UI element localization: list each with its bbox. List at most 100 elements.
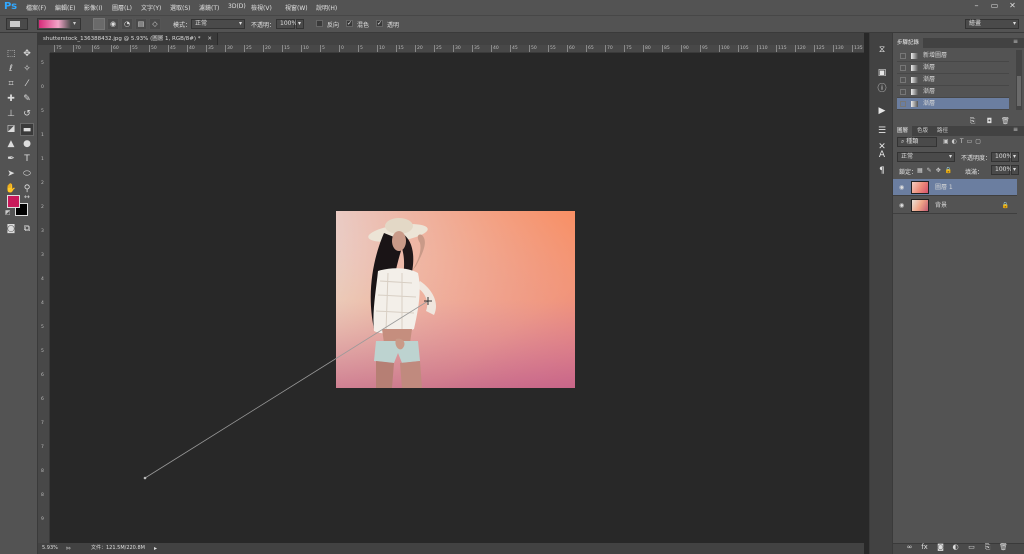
opacity-slider-toggle[interactable]: ▾ — [1011, 152, 1019, 162]
angle-gradient-button[interactable]: ◔ — [121, 18, 133, 30]
lasso-tool-icon[interactable]: ℓ — [4, 63, 18, 76]
history-item[interactable]: 漸層 — [897, 98, 1009, 110]
radial-gradient-button[interactable]: ◉ — [107, 18, 119, 30]
layer-name[interactable]: 背景 — [935, 197, 947, 214]
visibility-eye-icon[interactable]: ◉ — [899, 197, 904, 214]
trash-icon[interactable]: 🗑 — [1001, 117, 1010, 126]
type-tool-icon[interactable]: T — [20, 153, 34, 166]
paragraph-panel-icon[interactable]: ¶ — [875, 165, 889, 178]
zoom-level[interactable]: 5.93% — [42, 543, 58, 554]
swap-colors-icon[interactable]: ↔ — [24, 193, 30, 201]
default-colors-icon[interactable]: ◩ — [5, 209, 11, 216]
history-source-checkbox[interactable] — [900, 77, 906, 83]
brush-tool-icon[interactable]: ✎ — [20, 93, 34, 106]
foreground-color-swatch[interactable] — [7, 195, 20, 208]
visibility-eye-icon[interactable]: ◉ — [899, 179, 904, 196]
eyedropper-tool-icon[interactable]: ⁄ — [20, 78, 34, 91]
actions-panel-icon[interactable]: ▶ — [875, 105, 889, 118]
eraser-tool-icon[interactable]: ◪ — [4, 123, 18, 136]
history-item[interactable]: 漸層 — [897, 74, 1009, 86]
magic-wand-tool-icon[interactable]: ✧ — [20, 63, 34, 76]
gradient-tool-icon[interactable]: ▬ — [20, 123, 34, 136]
panel-menu-icon[interactable]: ≡ — [1013, 126, 1018, 133]
fill-input[interactable]: 100% — [991, 165, 1012, 175]
link-layers-icon[interactable]: ∞ — [905, 543, 914, 552]
history-source-checkbox[interactable] — [900, 89, 906, 95]
linear-gradient-button[interactable] — [93, 18, 105, 30]
path-selection-tool-icon[interactable]: ➤ — [4, 168, 18, 181]
tab-paths[interactable]: 路徑 — [933, 126, 952, 136]
menu-item-7[interactable]: 3D(D) — [228, 3, 246, 10]
fill-slider-toggle[interactable]: ▾ — [1011, 165, 1019, 175]
diamond-gradient-button[interactable]: ◇ — [149, 18, 161, 30]
quick-mask-icon[interactable]: ◙ — [4, 223, 18, 236]
document-canvas-image[interactable] — [336, 211, 575, 388]
dither-checkbox[interactable]: ✓ — [346, 20, 353, 27]
history-source-checkbox[interactable] — [900, 101, 906, 107]
history-item[interactable]: 漸層 — [897, 86, 1009, 98]
history-source-checkbox[interactable] — [900, 53, 906, 59]
blur-tool-icon[interactable]: ▲ — [4, 138, 18, 151]
clone-stamp-tool-icon[interactable]: ⊥ — [4, 108, 18, 121]
mode-select[interactable]: 正常 ▾ — [191, 19, 245, 29]
menu-item-8[interactable]: 檢視(V) — [251, 3, 272, 12]
layer-filter-select[interactable]: ⌕ 種類 — [897, 137, 937, 147]
move-tool-icon[interactable]: ✥ — [20, 48, 34, 61]
minimize-button[interactable]: – — [970, 1, 983, 11]
gradient-picker[interactable]: ▾ — [37, 18, 81, 30]
panel-menu-icon[interactable]: ≡ — [1013, 38, 1018, 45]
healing-brush-tool-icon[interactable]: ✚ — [4, 93, 18, 106]
scrollbar-thumb[interactable] — [1017, 76, 1021, 106]
opacity-input[interactable]: 100% — [276, 19, 297, 29]
tab-layers[interactable]: 圖層 — [893, 126, 913, 136]
chevron-right-icon[interactable]: ▸ — [154, 543, 157, 554]
history-brush-tool-icon[interactable]: ↺ — [20, 108, 34, 121]
info-panel-icon[interactable]: ⓘ — [875, 83, 889, 96]
reverse-checkbox[interactable] — [316, 20, 323, 27]
trash-icon[interactable]: 🗑 — [999, 543, 1008, 552]
layer-opacity-input[interactable]: 100% — [991, 152, 1012, 162]
properties-panel-icon[interactable]: ☰ — [875, 125, 889, 138]
tab-channels[interactable]: 色版 — [913, 126, 932, 136]
menu-item-4[interactable]: 文字(Y) — [141, 3, 161, 12]
layer-row[interactable]: ◉ 圖層 1 — [893, 179, 1017, 196]
history-item[interactable]: 新增圖層 — [897, 50, 1009, 62]
character-panel-icon[interactable]: A — [875, 149, 889, 162]
adjustment-layer-icon[interactable]: ◐ — [951, 543, 960, 552]
layer-style-icon[interactable]: fx — [920, 543, 929, 552]
tool-preset-picker[interactable] — [6, 18, 28, 30]
menu-item-3[interactable]: 圖層(L) — [112, 3, 132, 12]
tab-history[interactable]: 步驟記錄 — [893, 38, 924, 48]
menu-item-1[interactable]: 編輯(E) — [55, 3, 75, 12]
menu-item-0[interactable]: 檔案(F) — [26, 3, 46, 12]
menu-item-6[interactable]: 濾鏡(T) — [199, 3, 219, 12]
menu-item-10[interactable]: 說明(H) — [316, 3, 337, 12]
history-item[interactable]: 漸層 — [897, 62, 1009, 74]
transparency-checkbox[interactable]: ✓ — [376, 20, 383, 27]
marquee-tool-icon[interactable]: ⬚ — [4, 48, 18, 61]
document-tab[interactable]: shutterstock_136388432.jpg @ 5.93% (圖層 1… — [38, 33, 218, 45]
menu-item-9[interactable]: 視窗(W) — [285, 3, 308, 12]
history-panel-icon[interactable]: ⧖ — [875, 44, 889, 57]
screen-mode-icon[interactable]: ⧉ — [20, 223, 34, 236]
menu-item-5[interactable]: 選取(S) — [170, 3, 191, 12]
workspace-select[interactable]: 繪畫 ▾ — [965, 19, 1019, 29]
layer-row[interactable]: ◉ 背景 🔒 — [893, 197, 1017, 214]
pen-tool-icon[interactable]: ✒ — [4, 153, 18, 166]
history-source-checkbox[interactable] — [900, 65, 906, 71]
maximize-button[interactable]: ▭ — [988, 1, 1001, 11]
crop-tool-icon[interactable]: ⌗ — [4, 78, 18, 91]
blend-mode-select[interactable]: 正常 ▾ — [897, 152, 955, 162]
lock-icons[interactable]: ▦✎✥🔒 — [917, 167, 956, 174]
layer-name[interactable]: 圖層 1 — [935, 179, 953, 196]
new-document-from-state-icon[interactable]: ⎘ — [968, 117, 977, 126]
layer-filter-icons[interactable]: ▣◐T▭▢ — [943, 138, 984, 145]
history-scrollbar[interactable] — [1016, 50, 1022, 110]
menu-item-2[interactable]: 影像(I) — [84, 3, 102, 12]
close-icon[interactable]: ✕ — [207, 33, 212, 45]
navigator-panel-icon[interactable]: ▣ — [875, 67, 889, 80]
new-group-icon[interactable]: ▭ — [967, 543, 976, 552]
export-icon[interactable]: ⇰ — [66, 543, 71, 554]
dodge-tool-icon[interactable]: ● — [20, 138, 34, 151]
new-layer-icon[interactable]: ⎘ — [983, 543, 992, 552]
